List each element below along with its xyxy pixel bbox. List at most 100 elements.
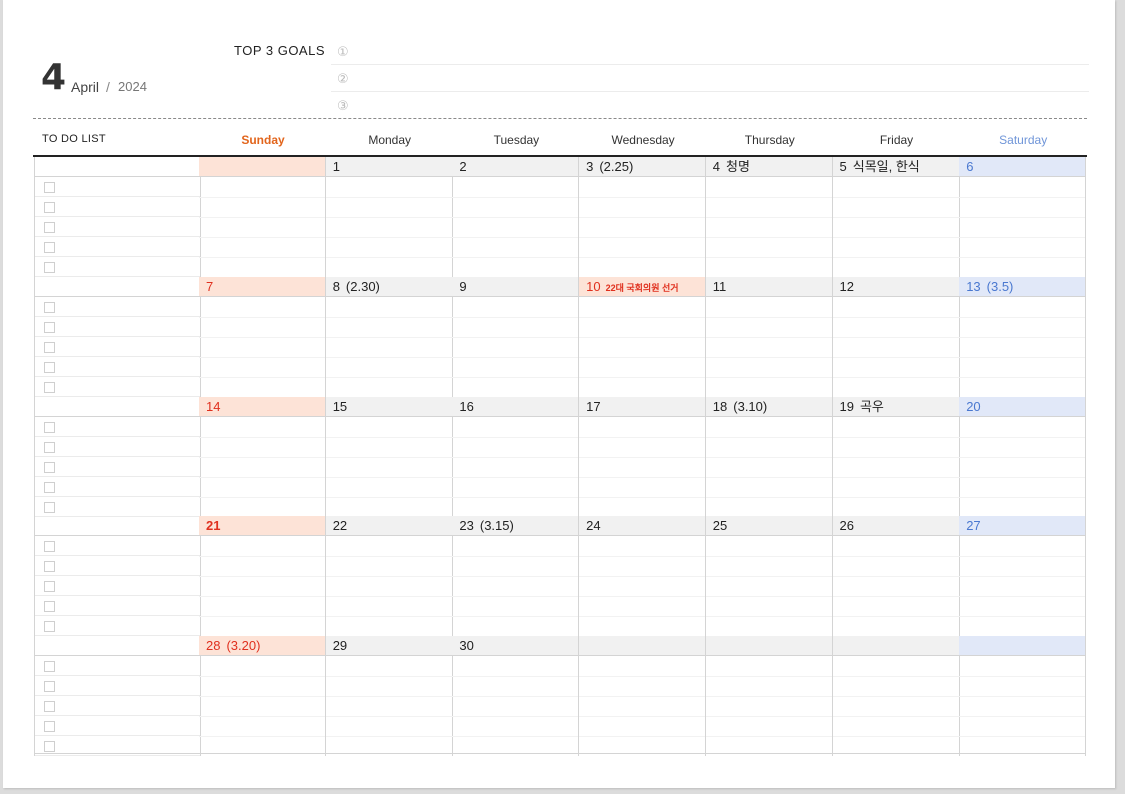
todo-item[interactable] [35, 676, 200, 697]
todo-checkbox[interactable] [44, 361, 55, 373]
todo-item[interactable] [35, 317, 200, 337]
todo-item[interactable] [35, 576, 200, 597]
todo-item[interactable] [35, 457, 200, 477]
day-cell[interactable]: 15 [325, 396, 453, 517]
todo-checkbox[interactable] [44, 441, 55, 453]
todo-checkbox[interactable] [44, 721, 55, 733]
day-number: 18 [712, 398, 728, 414]
todo-item[interactable] [35, 696, 200, 717]
todo-item[interactable] [35, 197, 200, 217]
day-cell[interactable]: 1 [325, 157, 453, 277]
todo-item[interactable] [35, 377, 200, 397]
todo-checkbox[interactable] [44, 581, 55, 593]
day-header: 18 (3.10) [705, 396, 832, 417]
day-cell[interactable]: 13 (3.5) [959, 276, 1087, 397]
day-cell[interactable]: 8 (2.30) [325, 276, 453, 397]
todo-checkbox[interactable] [44, 301, 55, 313]
day-cell[interactable] [959, 636, 1087, 757]
todo-item[interactable] [35, 616, 200, 637]
day-cell[interactable]: 3 (2.25) [579, 157, 707, 277]
todo-checkbox[interactable] [44, 341, 55, 353]
todo-item[interactable] [35, 417, 200, 437]
todo-item[interactable] [35, 716, 200, 737]
day-cell[interactable]: 19 곡우 [832, 396, 960, 517]
todo-item[interactable] [35, 497, 200, 517]
day-cell[interactable]: 2 [452, 157, 580, 277]
day-cell[interactable]: 20 [959, 396, 1087, 517]
goal-line-3[interactable]: ③ [331, 91, 1089, 118]
day-cell[interactable]: 9 [452, 276, 580, 397]
todo-checkbox[interactable] [44, 381, 55, 393]
todo-checkbox[interactable] [44, 601, 55, 613]
todo-checkbox[interactable] [44, 182, 55, 193]
day-cell[interactable]: 30 [452, 636, 580, 757]
day-cell[interactable]: 16 [452, 396, 580, 517]
day-cell[interactable] [579, 636, 707, 757]
todo-checkbox[interactable] [44, 661, 55, 673]
day-cell[interactable]: 14 [199, 396, 326, 517]
day-cell[interactable]: 21 [199, 516, 326, 637]
todo-checkbox[interactable] [44, 461, 55, 473]
todo-checkbox[interactable] [44, 541, 55, 553]
day-cell[interactable]: 12 [832, 276, 960, 397]
todo-checkbox[interactable] [44, 621, 55, 633]
todo-item[interactable] [35, 536, 200, 557]
day-cell[interactable]: 7 [199, 276, 326, 397]
day-cell[interactable]: 11 [705, 276, 833, 397]
note-line [579, 556, 706, 558]
todo-checkbox[interactable] [44, 741, 55, 753]
todo-checkbox[interactable] [44, 222, 55, 233]
day-cell[interactable]: 28 (3.20) [199, 636, 326, 757]
day-cell[interactable]: 29 [325, 636, 453, 757]
day-cell[interactable]: 25 [705, 516, 833, 637]
todo-checkbox[interactable] [44, 321, 55, 333]
note-line [325, 696, 452, 698]
todo-checkbox[interactable] [44, 561, 55, 573]
note-line [199, 257, 325, 258]
goal-line-2[interactable]: ② [331, 64, 1089, 92]
day-cell[interactable]: 22 [325, 516, 453, 637]
todo-item[interactable] [35, 357, 200, 377]
day-cell[interactable]: 6 [959, 157, 1087, 277]
day-cell[interactable] [832, 636, 960, 757]
day-number: 26 [839, 518, 854, 534]
todo-item[interactable] [35, 177, 200, 197]
todo-item[interactable] [35, 556, 200, 577]
todo-checkbox[interactable] [44, 421, 55, 433]
dashed-divider [33, 118, 1087, 119]
todo-column [34, 636, 201, 757]
day-cell[interactable]: 24 [579, 516, 707, 637]
todo-item[interactable] [35, 596, 200, 617]
day-cell[interactable]: 10 22대 국회의원 선거 [579, 276, 707, 397]
note-line [452, 696, 579, 698]
day-cell[interactable] [199, 157, 326, 277]
todo-checkbox[interactable] [44, 202, 55, 213]
day-number: 23 [459, 518, 474, 534]
note-line [325, 596, 452, 598]
day-cell[interactable] [705, 636, 833, 757]
todo-item[interactable] [35, 337, 200, 357]
todo-item[interactable] [35, 297, 200, 317]
note-line [199, 676, 325, 678]
day-cell[interactable]: 27 [959, 516, 1087, 637]
todo-item[interactable] [35, 237, 200, 257]
day-cell[interactable]: 18 (3.10) [705, 396, 833, 517]
todo-checkbox[interactable] [44, 681, 55, 693]
day-cell[interactable]: 17 [579, 396, 707, 517]
todo-checkbox[interactable] [44, 701, 55, 713]
note-line [579, 356, 706, 358]
goal-line-1[interactable]: ① [331, 37, 1089, 65]
day-cell[interactable]: 4 청명 [705, 157, 833, 277]
todo-checkbox[interactable] [44, 481, 55, 493]
todo-checkbox[interactable] [44, 242, 55, 253]
todo-item[interactable] [35, 217, 200, 237]
day-cell[interactable]: 26 [832, 516, 960, 637]
todo-item[interactable] [35, 257, 200, 277]
day-cell[interactable]: 23 (3.15) [452, 516, 580, 637]
todo-checkbox[interactable] [44, 262, 55, 273]
todo-item[interactable] [35, 656, 200, 677]
todo-checkbox[interactable] [44, 501, 55, 513]
todo-item[interactable] [35, 477, 200, 497]
todo-item[interactable] [35, 437, 200, 457]
day-cell[interactable]: 5 식목일, 한식 [832, 157, 960, 277]
